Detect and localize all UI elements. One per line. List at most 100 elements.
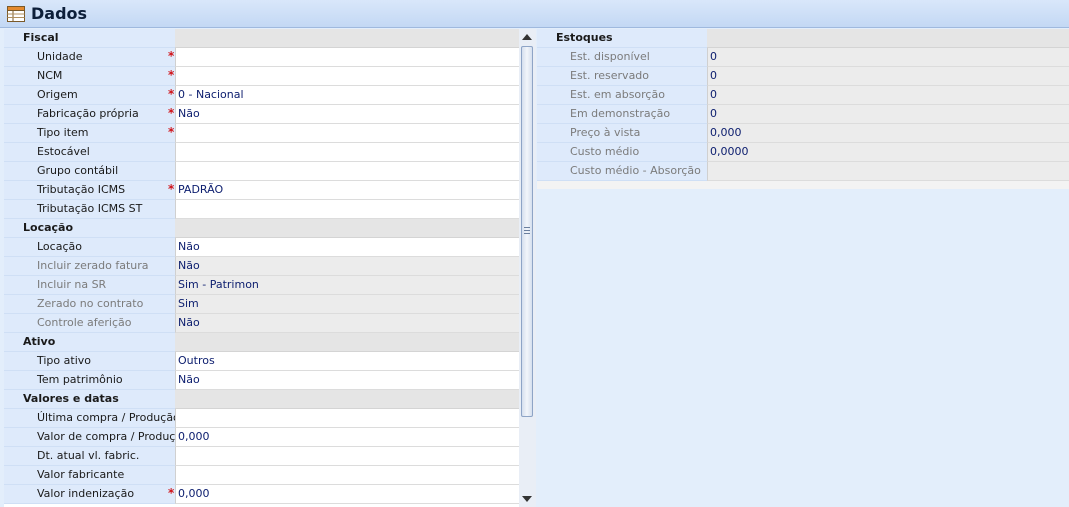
required-marker: * bbox=[168, 87, 175, 101]
property-value[interactable]: Outros bbox=[175, 352, 519, 371]
property-label: Controle aferição bbox=[4, 314, 175, 333]
property-value: 0,000 bbox=[707, 124, 1069, 143]
property-label: Valor indenização bbox=[4, 485, 175, 504]
property-value[interactable] bbox=[175, 409, 519, 428]
property-label: Custo médio - Absorção bbox=[537, 162, 707, 181]
property-row[interactable]: Tipo ativo Outros bbox=[4, 352, 519, 371]
property-row: Incluir na SR Sim - Patrimon bbox=[4, 276, 519, 295]
category-row[interactable]: Fiscal bbox=[4, 29, 519, 48]
property-label: Fabricação própria bbox=[4, 105, 175, 124]
property-value[interactable]: Não bbox=[175, 371, 519, 390]
property-value[interactable]: Não bbox=[175, 105, 519, 124]
property-label: Valor de compra / Produção bbox=[4, 428, 175, 447]
property-row: Custo médio 0,0000 bbox=[537, 143, 1069, 162]
property-row[interactable]: Última compra / Produção bbox=[4, 409, 519, 428]
property-value[interactable] bbox=[175, 466, 519, 485]
property-value[interactable]: Não bbox=[175, 238, 519, 257]
property-value[interactable] bbox=[175, 447, 519, 466]
required-marker: * bbox=[168, 106, 175, 120]
property-row[interactable]: Locação Não bbox=[4, 238, 519, 257]
window-title: Dados bbox=[31, 4, 88, 23]
property-row[interactable]: Valor fabricante bbox=[4, 466, 519, 485]
property-row[interactable]: NCM * bbox=[4, 67, 519, 86]
property-label: NCM bbox=[4, 67, 175, 86]
category-label[interactable]: Estoques bbox=[537, 29, 707, 48]
property-value[interactable] bbox=[175, 67, 519, 86]
grip-icon bbox=[524, 227, 530, 234]
category-value-cell bbox=[707, 29, 1069, 48]
property-row: Preço à vista 0,000 bbox=[537, 124, 1069, 143]
property-value[interactable]: 0,000 bbox=[175, 485, 519, 504]
property-value: Sim - Patrimon bbox=[175, 276, 519, 295]
property-label: Preço à vista bbox=[537, 124, 707, 143]
property-row[interactable]: Valor de compra / Produção 0,000 bbox=[4, 428, 519, 447]
property-value: 0 bbox=[707, 48, 1069, 67]
category-value-cell bbox=[175, 390, 519, 409]
vertical-scrollbar[interactable] bbox=[519, 29, 536, 507]
required-marker: * bbox=[168, 486, 175, 500]
property-label: Dt. atual vl. fabric. bbox=[4, 447, 175, 466]
required-marker: * bbox=[168, 49, 175, 63]
property-row[interactable]: Tributação ICMS * PADRÃO bbox=[4, 181, 519, 200]
category-value-cell bbox=[175, 219, 519, 238]
property-label: Locação bbox=[4, 238, 175, 257]
property-label: Estocável bbox=[4, 143, 175, 162]
stock-property-grid[interactable]: Estoques Est. disponível 0 Est. reservado 0 E… bbox=[537, 29, 1069, 189]
property-row: Est. disponível 0 bbox=[537, 48, 1069, 67]
property-row[interactable]: Valor indenização * 0,000 bbox=[4, 485, 519, 504]
scroll-up-arrow-icon[interactable] bbox=[522, 34, 532, 40]
property-row[interactable]: Tem patrimônio Não bbox=[4, 371, 519, 390]
property-label: Custo médio bbox=[537, 143, 707, 162]
property-row: Incluir zerado fatura Não bbox=[4, 257, 519, 276]
property-value: Sim bbox=[175, 295, 519, 314]
property-row[interactable]: Estocável bbox=[4, 143, 519, 162]
fiscal-property-grid[interactable]: Fiscal Unidade * NCM * Origem * 0 - Nacional Fab… bbox=[4, 29, 519, 507]
property-row[interactable]: Grupo contábil bbox=[4, 162, 519, 181]
scrollbar-thumb[interactable] bbox=[521, 46, 533, 417]
property-label: Valor fabricante bbox=[4, 466, 175, 485]
category-row[interactable]: Locação bbox=[4, 219, 519, 238]
table-icon bbox=[7, 6, 25, 22]
property-label: Tipo item bbox=[4, 124, 175, 143]
property-value: 0 bbox=[707, 86, 1069, 105]
category-label[interactable]: Locação bbox=[4, 219, 175, 238]
property-label: Est. reservado bbox=[537, 67, 707, 86]
category-label[interactable]: Fiscal bbox=[4, 29, 175, 48]
property-row: Controle aferição Não bbox=[4, 314, 519, 333]
required-marker: * bbox=[168, 125, 175, 139]
property-row: Zerado no contrato Sim bbox=[4, 295, 519, 314]
property-row: Est. reservado 0 bbox=[537, 67, 1069, 86]
category-row[interactable]: Valores e datas bbox=[4, 390, 519, 409]
property-label: Tributação ICMS ST bbox=[4, 200, 175, 219]
property-value[interactable] bbox=[175, 200, 519, 219]
property-label: Tipo ativo bbox=[4, 352, 175, 371]
property-value: 0 bbox=[707, 67, 1069, 86]
property-row[interactable]: Dt. atual vl. fabric. bbox=[4, 447, 519, 466]
property-value[interactable] bbox=[175, 48, 519, 67]
category-row[interactable]: Estoques bbox=[537, 29, 1069, 48]
property-value[interactable]: 0 - Nacional bbox=[175, 86, 519, 105]
category-row[interactable]: Ativo bbox=[4, 333, 519, 352]
scroll-down-arrow-icon[interactable] bbox=[522, 496, 532, 502]
required-marker: * bbox=[168, 68, 175, 82]
category-label[interactable]: Valores e datas bbox=[4, 390, 175, 409]
property-value: Não bbox=[175, 257, 519, 276]
property-value[interactable] bbox=[175, 162, 519, 181]
property-row[interactable]: Tributação ICMS ST bbox=[4, 200, 519, 219]
property-label: Tributação ICMS bbox=[4, 181, 175, 200]
property-label: Est. disponível bbox=[537, 48, 707, 67]
property-value[interactable] bbox=[175, 124, 519, 143]
property-value[interactable]: 0,000 bbox=[175, 428, 519, 447]
property-row[interactable]: Tipo item * bbox=[4, 124, 519, 143]
property-value[interactable]: PADRÃO bbox=[175, 181, 519, 200]
property-row[interactable]: Fabricação própria * Não bbox=[4, 105, 519, 124]
property-row[interactable]: Unidade * bbox=[4, 48, 519, 67]
category-label[interactable]: Ativo bbox=[4, 333, 175, 352]
property-value[interactable] bbox=[175, 143, 519, 162]
property-row[interactable]: Origem * 0 - Nacional bbox=[4, 86, 519, 105]
property-value: 0 bbox=[707, 105, 1069, 124]
property-value bbox=[707, 162, 1069, 181]
property-row: Est. em absorção 0 bbox=[537, 86, 1069, 105]
property-value: Não bbox=[175, 314, 519, 333]
property-label: Incluir na SR bbox=[4, 276, 175, 295]
